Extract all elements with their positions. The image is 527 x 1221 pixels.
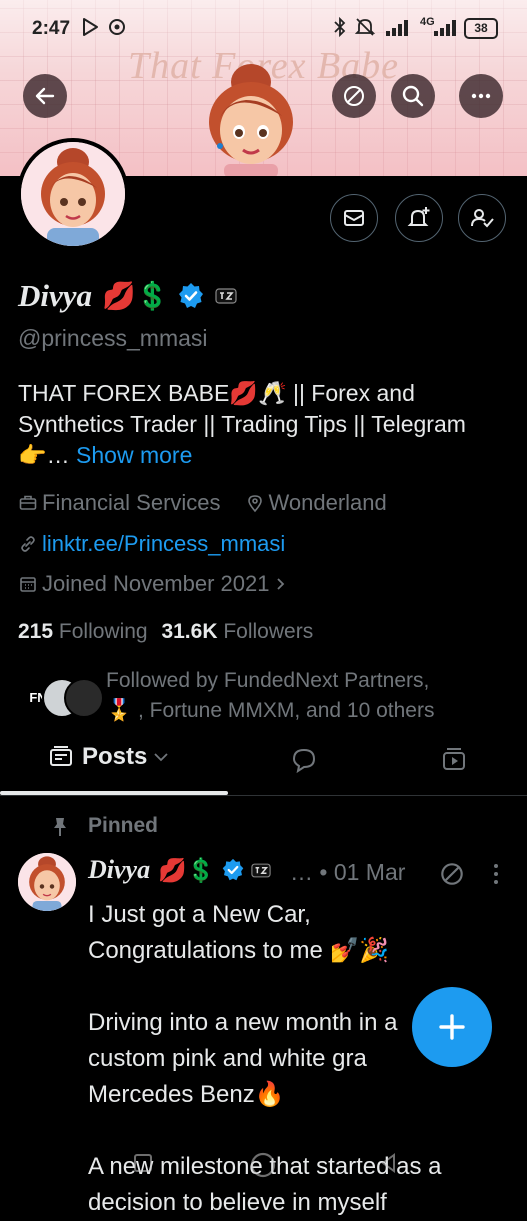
tweet-author-name: Divya [88,855,151,884]
tweet-author-avatar[interactable] [18,853,76,911]
promote-icon [344,86,364,106]
profile-meta-row: Financial Services Wonderland [18,490,387,516]
following-count: 215 [18,620,54,643]
search-icon [402,85,424,107]
profile-link[interactable]: linktr.ee/Princess_mmasi [42,531,285,557]
mute-icon [354,18,376,36]
tab-media[interactable] [440,746,468,774]
profile-avatar[interactable] [17,138,129,250]
joined-row[interactable]: Joined November 2021 [18,571,291,597]
pin-icon [54,818,66,836]
tab-posts-label: Posts [82,743,148,770]
followers-label: Followers [223,620,314,643]
tab-posts[interactable]: Posts [48,743,169,771]
show-more-link[interactable]: Show more [76,442,192,468]
status-bar: 2:47 4G 38 [0,0,527,56]
tweet-more-icon[interactable] [488,860,504,888]
chevron-down-icon [154,753,168,762]
verified-badge-icon[interactable] [177,282,205,310]
posts-tab-icon [50,746,72,766]
avatar-illustration [21,142,125,246]
tweet-avatar-illustration [18,853,76,911]
tweet-meta: … • 01 Mar [290,859,406,885]
nav-back-icon[interactable] [378,1152,400,1174]
affiliate-badge-icon[interactable] [215,288,237,304]
search-button[interactable] [391,74,435,118]
followed-by-avatar-3 [64,678,104,718]
profile-link-row[interactable]: linktr.ee/Princess_mmasi [18,531,285,557]
followed-by-line-1: Followed by FundedNext Partners, [106,669,430,692]
envelope-icon [344,210,364,226]
message-button[interactable] [330,194,378,242]
joined-date: Joined November 2021 [42,571,270,596]
profile-handle: @princess_mmasi [18,325,208,351]
name-emojis: 💋💲 [102,281,170,311]
followers-stat[interactable]: 31.6K Followers [161,620,313,643]
briefcase-icon [19,495,37,510]
tweet-author-row[interactable]: Divya 💋💲 [88,855,272,885]
play-store-icon [83,18,98,36]
tweet-author-emojis: 💋💲 [158,857,216,883]
nav-recents-icon[interactable] [132,1152,154,1174]
tab-replies[interactable] [290,746,318,774]
pinned-label: Pinned [88,814,159,837]
followed-by-text[interactable]: Followed by FundedNext Partners, 🎖️ , Fo… [106,666,516,726]
compose-button[interactable] [412,987,492,1067]
followed-by-line-2: 🎖️ , Fortune MMXM, and 10 others [106,699,435,722]
display-name-row: Divya 💋💲 [18,278,237,314]
more-options-button[interactable] [459,74,503,118]
back-arrow-icon [35,87,55,105]
signal-icon-2 [434,20,456,36]
following-stat[interactable]: 215 Following [18,620,148,643]
profile-category: Financial Services [42,490,221,515]
profile-location: Wonderland [268,490,387,515]
battery-level: 38 [474,21,488,35]
signal-icon [386,20,408,36]
nav-home-icon[interactable] [248,1150,278,1180]
following-button[interactable] [458,194,506,242]
banner-illustration [209,64,293,176]
followed-by-avatars[interactable]: FN [18,676,104,718]
promote-button[interactable] [332,74,376,118]
plus-icon [439,1014,465,1040]
system-nav-bar [0,1150,527,1200]
profile-bio: THAT FOREX BABE💋🥂 || Forex and Synthetic… [18,378,513,471]
notifications-button[interactable] [395,194,443,242]
tweet-promote-icon[interactable] [438,860,466,888]
following-label: Following [58,620,148,643]
followers-count: 31.6K [161,620,218,643]
more-horizontal-icon [471,93,491,99]
back-button[interactable] [23,74,67,118]
battery-indicator: 38 [464,18,498,39]
settings-icon [109,19,125,35]
bell-plus-icon [407,207,430,226]
tweet-affiliate-badge-icon [251,863,272,877]
person-check-icon [471,209,494,228]
bluetooth-icon [334,16,346,38]
display-name: Divya [18,278,93,313]
status-time: 2:47 [32,18,71,39]
tab-divider [0,795,527,796]
location-pin-icon [247,495,262,513]
follow-stats: 215 Following 31.6K Followers [18,620,313,644]
link-icon [21,536,35,552]
calendar-icon [20,577,36,592]
chevron-right-icon [277,578,285,590]
tweet-verified-badge-icon [223,858,244,881]
